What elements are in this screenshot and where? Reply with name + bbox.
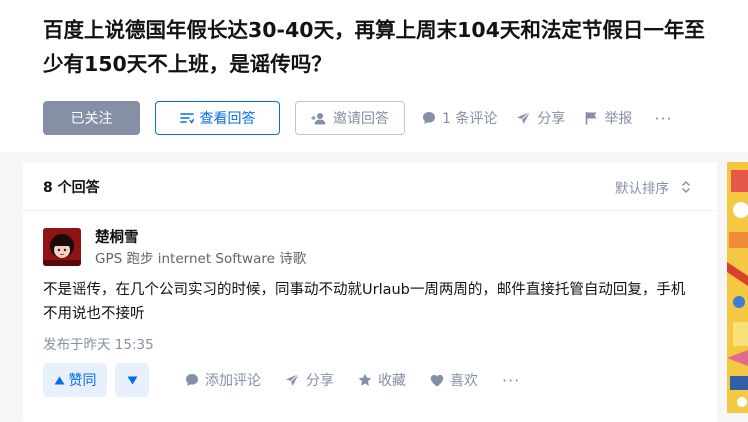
answer-share-label: 分享: [306, 373, 334, 389]
question-title: 百度上说德国年假长达30-40天，再算上周末104天和法定节假日一年至少有150…: [43, 18, 705, 76]
question-share-button[interactable]: 分享: [516, 108, 565, 128]
answer-actions: 赞同 添加评论 分享 收藏 喜欢 ···: [43, 363, 520, 397]
upvote-label: 赞同: [68, 373, 97, 389]
like-button[interactable]: 喜欢: [430, 370, 478, 390]
sort-dropdown[interactable]: 默认排序: [615, 177, 691, 197]
upvote-icon: [54, 376, 64, 384]
sort-icon: [682, 181, 690, 193]
list-icon: [179, 113, 194, 124]
add-comment-label: 添加评论: [205, 373, 261, 389]
answer-count: 8 个回答: [43, 180, 100, 196]
answers-header: 8 个回答 默认排序: [23, 162, 717, 211]
side-banner-image[interactable]: [727, 162, 748, 413]
answer-content: 不是谣传，在几个公司实习的时候，同事动不动就Urlaub一周两周的，邮件直接托管…: [43, 282, 686, 322]
invite-answer-label: 邀请回答: [333, 111, 389, 127]
view-answers-button[interactable]: 查看回答: [155, 101, 280, 135]
banner-graphic: [727, 162, 748, 413]
avatar[interactable]: [43, 228, 81, 266]
share-icon: [517, 111, 531, 124]
answer-more-button[interactable]: ···: [502, 371, 520, 390]
question-more-button[interactable]: ···: [654, 109, 672, 128]
followed-button[interactable]: 已关注: [43, 101, 140, 135]
add-user-icon: [311, 112, 326, 124]
author-name[interactable]: 楚桐雪: [95, 226, 139, 247]
question-comments-label: 1 条评论: [442, 111, 498, 127]
view-answers-label: 查看回答: [199, 111, 256, 127]
invite-answer-button[interactable]: 邀请回答: [295, 101, 405, 135]
publish-date[interactable]: 发布于昨天 15:35: [43, 333, 154, 353]
collect-button[interactable]: 收藏: [358, 370, 406, 390]
question-actions: 已关注 查看回答 邀请回答 1 条评论 分享 举报 ···: [43, 101, 673, 135]
sort-label: 默认排序: [615, 181, 669, 197]
upvote-button[interactable]: 赞同: [43, 363, 107, 397]
add-comment-button[interactable]: 添加评论: [185, 370, 261, 390]
collect-label: 收藏: [378, 373, 406, 389]
share-icon: [286, 373, 300, 386]
answers-card: 8 个回答 默认排序 楚桐雪 GPS 跑步 internet Software …: [23, 162, 717, 422]
question-header: 百度上说德国年假长达30-40天，再算上周末104天和法定节假日一年至少有150…: [0, 0, 748, 152]
avatar-image: [43, 228, 81, 266]
flag-icon: [586, 112, 597, 125]
answer-share-button[interactable]: 分享: [285, 370, 334, 390]
comment-icon: [186, 374, 198, 386]
comment-icon: [423, 112, 435, 124]
question-share-label: 分享: [537, 111, 566, 127]
downvote-button[interactable]: [115, 363, 149, 397]
report-button[interactable]: 举报: [585, 108, 632, 128]
heart-icon: [430, 374, 444, 386]
question-comments-button[interactable]: 1 条评论: [422, 108, 497, 128]
author-bio: GPS 跑步 internet Software 诗歌: [95, 251, 307, 267]
downvote-icon: [127, 376, 137, 384]
like-label: 喜欢: [450, 373, 478, 389]
star-icon: [358, 373, 372, 386]
report-label: 举报: [604, 111, 633, 127]
